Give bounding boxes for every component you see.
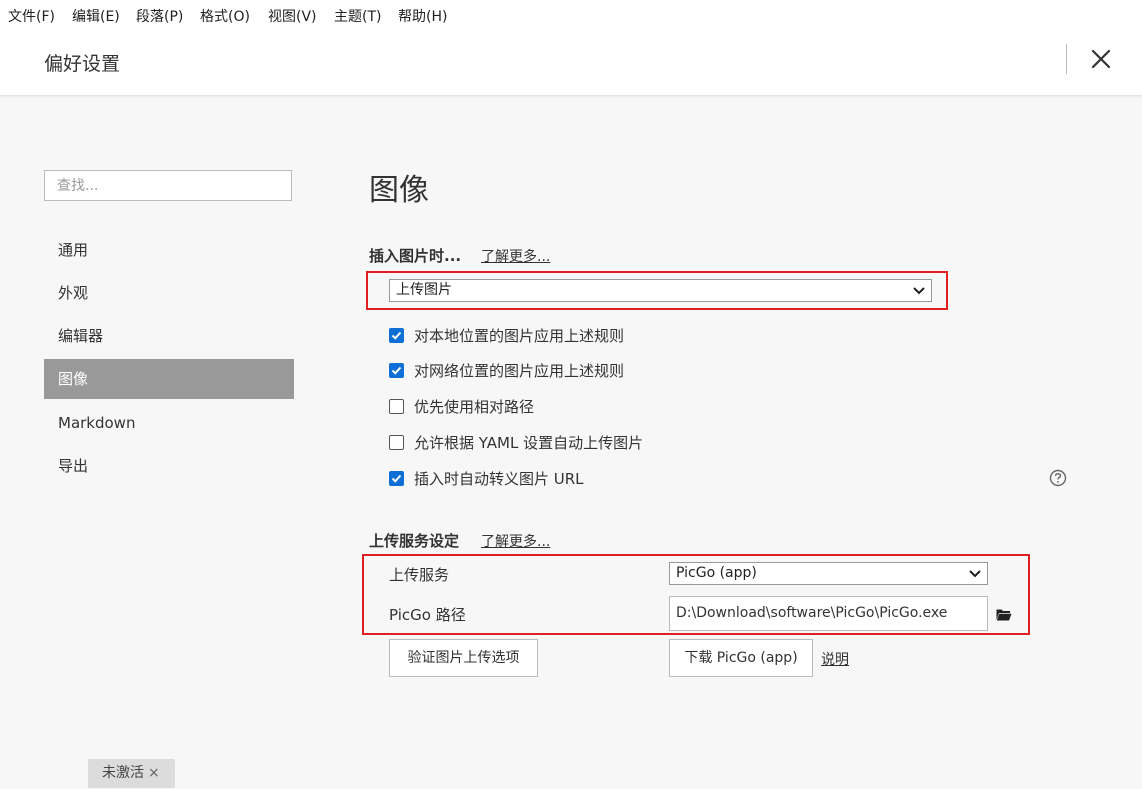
upload-service-value: PicGo (app) bbox=[676, 565, 757, 581]
picgo-path-label: PicGo 路径 bbox=[389, 606, 466, 624]
badge-close-icon[interactable]: × bbox=[148, 765, 160, 781]
menu-paragraph[interactable]: 段落(P) bbox=[136, 6, 183, 26]
checkbox-checked-icon[interactable] bbox=[389, 471, 404, 486]
insert-learn-more-link[interactable]: 了解更多... bbox=[481, 246, 550, 266]
checkbox-unchecked-icon[interactable] bbox=[389, 435, 404, 450]
insert-action-value: 上传图片 bbox=[396, 282, 452, 298]
menu-view[interactable]: 视图(V) bbox=[268, 6, 317, 26]
menu-help[interactable]: 帮助(H) bbox=[398, 6, 447, 26]
chevron-down-icon bbox=[969, 570, 981, 578]
search-input[interactable] bbox=[44, 170, 292, 201]
menu-theme[interactable]: 主题(T) bbox=[334, 6, 381, 26]
download-picgo-button[interactable]: 下载 PicGo (app) bbox=[669, 639, 813, 677]
upload-service-label: 上传服务 bbox=[389, 566, 450, 584]
picgo-path-input[interactable]: D:\Download\software\PicGo\PicGo.exe bbox=[669, 596, 988, 631]
folder-icon[interactable] bbox=[996, 606, 1012, 621]
option-label: 对网络位置的图片应用上述规则 bbox=[414, 362, 625, 380]
upload-settings-label: 上传服务设定 bbox=[369, 532, 460, 550]
page-title: 偏好设置 bbox=[44, 53, 121, 75]
preferences-header: 偏好设置 bbox=[0, 28, 1142, 96]
sidebar-item-markdown[interactable]: Markdown bbox=[44, 403, 294, 443]
upload-service-select[interactable]: PicGo (app) bbox=[669, 562, 988, 585]
section-heading: 图像 bbox=[369, 173, 429, 208]
sidebar-item-export[interactable]: 导出 bbox=[44, 446, 294, 486]
explain-link[interactable]: 说明 bbox=[821, 649, 849, 669]
upload-learn-more-link[interactable]: 了解更多... bbox=[481, 531, 550, 551]
menu-file[interactable]: 文件(F) bbox=[8, 6, 55, 26]
help-icon[interactable] bbox=[1049, 469, 1067, 487]
option-label: 插入时自动转义图片 URL bbox=[414, 470, 584, 488]
menu-format[interactable]: 格式(O) bbox=[200, 6, 250, 26]
option-label: 优先使用相对路径 bbox=[414, 398, 535, 416]
checkbox-checked-icon[interactable] bbox=[389, 363, 404, 378]
checkbox-checked-icon[interactable] bbox=[389, 328, 404, 343]
sidebar-item-image[interactable]: 图像 bbox=[44, 359, 294, 399]
sidebar-item-appearance[interactable]: 外观 bbox=[44, 273, 294, 313]
chevron-down-icon bbox=[913, 287, 925, 295]
status-badge-label: 未激活 bbox=[102, 765, 144, 781]
header-divider bbox=[1066, 44, 1067, 74]
status-badge[interactable]: 未激活 × bbox=[88, 759, 175, 788]
insert-action-select[interactable]: 上传图片 bbox=[389, 279, 932, 302]
menu-bar: 文件(F) 编辑(E) 段落(P) 格式(O) 视图(V) 主题(T) 帮助(H… bbox=[0, 0, 1142, 28]
option-label: 对本地位置的图片应用上述规则 bbox=[414, 327, 625, 345]
insert-image-label: 插入图片时... bbox=[369, 247, 462, 265]
sidebar-item-general[interactable]: 通用 bbox=[44, 230, 294, 270]
close-icon[interactable] bbox=[1088, 46, 1114, 72]
verify-upload-button[interactable]: 验证图片上传选项 bbox=[389, 639, 538, 677]
sidebar-item-editor[interactable]: 编辑器 bbox=[44, 316, 294, 356]
menu-edit[interactable]: 编辑(E) bbox=[72, 6, 120, 26]
checkbox-unchecked-icon[interactable] bbox=[389, 399, 404, 414]
option-label: 允许根据 YAML 设置自动上传图片 bbox=[414, 434, 644, 452]
